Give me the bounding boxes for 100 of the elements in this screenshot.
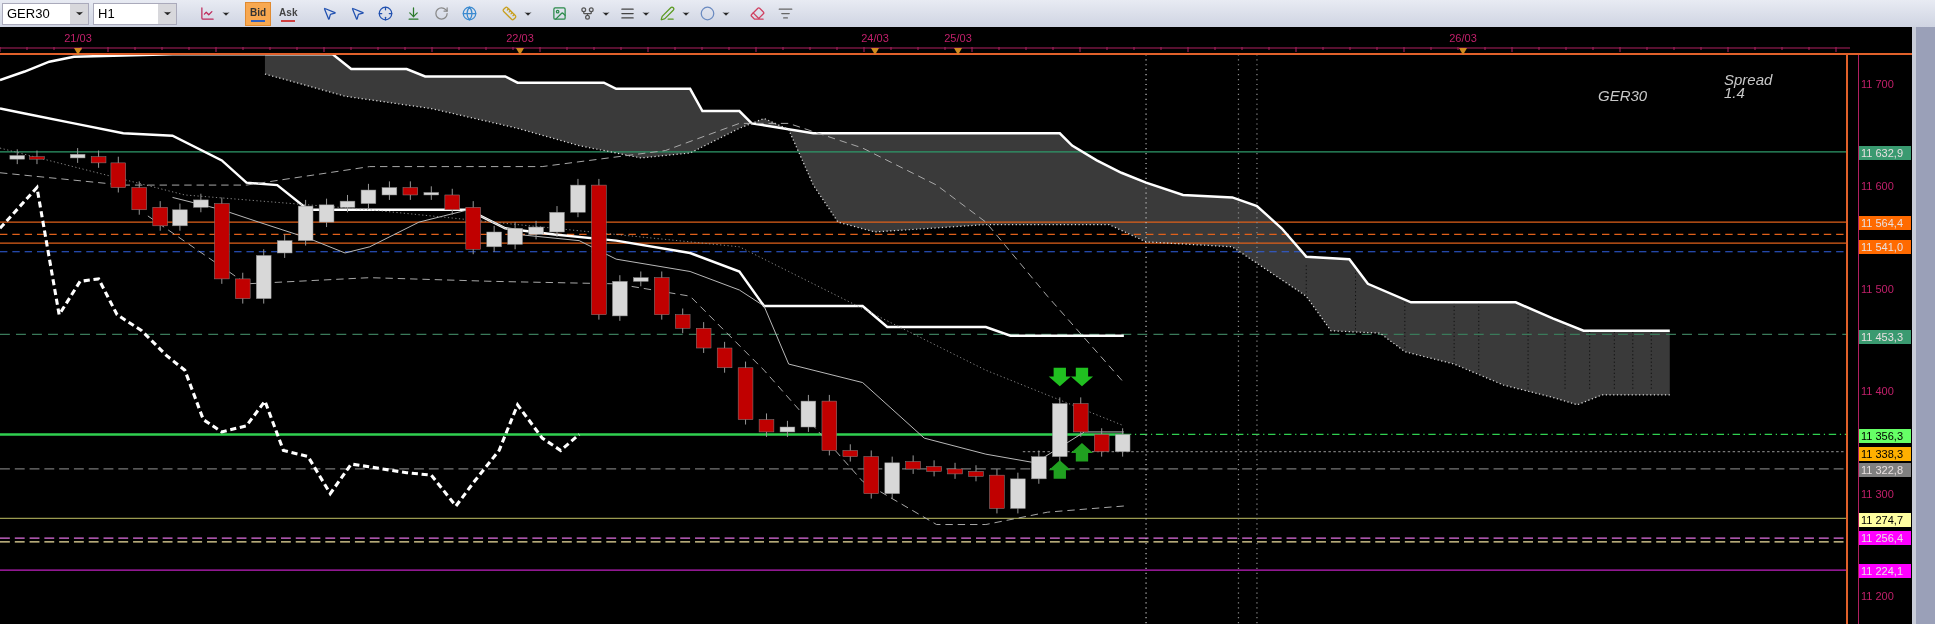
candlestick bbox=[905, 454, 921, 475]
filter-icon bbox=[777, 6, 793, 21]
date-label: 22/03 bbox=[506, 31, 534, 46]
candlestick bbox=[360, 183, 377, 210]
candlestick bbox=[381, 180, 398, 201]
candlestick bbox=[172, 203, 188, 232]
price-label: 11 338,3 bbox=[1859, 447, 1911, 462]
up-arrow-icon bbox=[1070, 443, 1094, 462]
down-arrow-icon bbox=[1048, 367, 1071, 387]
price-label: 11 356,3 bbox=[1859, 428, 1911, 443]
price-tick-label: 11 400 bbox=[1861, 384, 1894, 399]
date-label: 26/03 bbox=[1449, 31, 1477, 46]
candlestick bbox=[926, 459, 942, 477]
candlestick bbox=[528, 220, 544, 240]
price-label: 11 256,4 bbox=[1859, 531, 1911, 546]
candlestick bbox=[696, 321, 712, 354]
candlestick bbox=[633, 271, 649, 287]
candlestick bbox=[737, 361, 754, 426]
fork-icon bbox=[579, 6, 595, 21]
dropdown-button[interactable] bbox=[158, 3, 176, 24]
rotate-icon bbox=[433, 6, 449, 21]
candlestick bbox=[1010, 472, 1026, 514]
candlestick bbox=[989, 468, 1005, 514]
up-arrow-icon bbox=[1048, 460, 1071, 479]
candlestick bbox=[1073, 396, 1089, 438]
candlestick bbox=[654, 271, 670, 321]
line-chart-icon bbox=[199, 6, 215, 21]
candlestick bbox=[863, 449, 879, 500]
candlestick bbox=[9, 148, 25, 165]
candlestick bbox=[318, 198, 335, 228]
candlestick bbox=[779, 420, 796, 438]
combo-value: H1 bbox=[97, 4, 116, 23]
image-icon bbox=[551, 6, 567, 21]
chart-symbol-label: GER30 bbox=[1598, 86, 1648, 106]
combo-value: GER30 bbox=[6, 4, 51, 23]
price-tick-label: 11 300 bbox=[1861, 486, 1894, 501]
date-label: 25/03 bbox=[944, 31, 972, 46]
spread-label: Spread bbox=[1724, 73, 1773, 86]
price-tick-label: 11 600 bbox=[1861, 179, 1894, 194]
down-arrow-icon bbox=[1070, 367, 1094, 387]
candlestick bbox=[947, 462, 963, 480]
price-tick-label: 11 200 bbox=[1861, 589, 1894, 603]
candlestick bbox=[507, 221, 523, 250]
candlestick bbox=[1115, 427, 1131, 458]
price-tab[interactable]: Bid bbox=[245, 1, 272, 26]
candlestick bbox=[1094, 427, 1110, 458]
candlestick bbox=[444, 188, 460, 216]
price-tick-label: 11 700 bbox=[1861, 77, 1894, 91]
pen-icon bbox=[659, 6, 675, 21]
candlestick bbox=[90, 150, 107, 169]
eraser-icon bbox=[749, 6, 765, 21]
price-label: 11 453,3 bbox=[1859, 329, 1911, 344]
candlestick bbox=[1052, 396, 1068, 463]
candlestick bbox=[297, 199, 314, 247]
ruler-icon bbox=[501, 6, 517, 21]
candlestick bbox=[968, 464, 984, 482]
crosshair-icon bbox=[377, 6, 393, 21]
date-marker-icon bbox=[74, 47, 82, 55]
candlestick bbox=[675, 308, 691, 334]
candlestick bbox=[235, 272, 251, 305]
symbol-dropdown[interactable]: GER30 bbox=[2, 2, 89, 25]
candlestick bbox=[193, 193, 209, 213]
candlestick bbox=[110, 156, 126, 193]
candlestick bbox=[570, 178, 586, 218]
cursor-icon bbox=[321, 6, 337, 21]
price-label: 11 564,4 bbox=[1859, 215, 1911, 230]
candlestick bbox=[486, 225, 502, 253]
lines-icon bbox=[619, 6, 635, 21]
price-label: 11 224,1 bbox=[1859, 564, 1911, 579]
ellipse-icon bbox=[699, 6, 715, 21]
candlestick bbox=[842, 443, 858, 463]
cursor-icon bbox=[349, 6, 365, 21]
dropdown-button[interactable] bbox=[70, 3, 88, 24]
candlestick bbox=[1031, 449, 1047, 485]
candlestick bbox=[800, 394, 817, 433]
price-label: 11 541,0 bbox=[1859, 239, 1911, 254]
candlestick bbox=[549, 205, 565, 238]
candlestick bbox=[758, 412, 775, 438]
candlestick bbox=[821, 394, 837, 456]
candlestick bbox=[152, 200, 168, 232]
price-label: 11 632,9 bbox=[1859, 145, 1911, 160]
candlestick bbox=[131, 180, 147, 216]
globe-icon bbox=[461, 6, 477, 21]
candlestick bbox=[884, 456, 900, 500]
candlestick bbox=[716, 341, 733, 374]
price-label: 11 322,8 bbox=[1859, 463, 1911, 478]
price-label: 11 274,7 bbox=[1859, 512, 1911, 527]
date-label: 24/03 bbox=[861, 31, 889, 46]
candlestick bbox=[29, 150, 45, 165]
candlestick bbox=[423, 185, 439, 201]
candlestick bbox=[277, 233, 293, 259]
date-label: 21/03 bbox=[64, 31, 92, 46]
candlestick bbox=[256, 248, 272, 305]
candlestick bbox=[402, 180, 418, 201]
candlestick bbox=[612, 274, 628, 322]
timeframe-dropdown[interactable]: H1 bbox=[93, 2, 177, 25]
candlestick bbox=[339, 194, 356, 213]
candlestick bbox=[70, 147, 86, 164]
price-tick-label: 11 500 bbox=[1861, 281, 1894, 296]
price-tab[interactable]: Ask bbox=[275, 1, 302, 26]
